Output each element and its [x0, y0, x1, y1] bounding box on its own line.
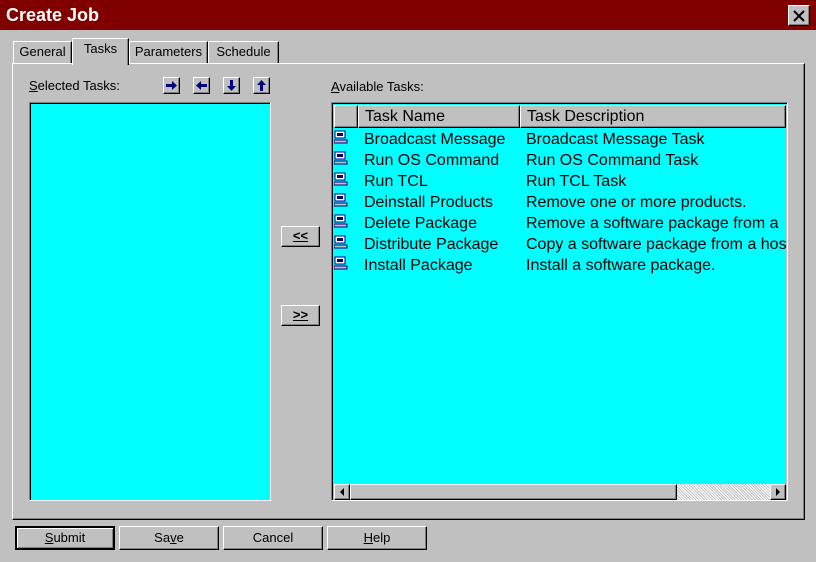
help-button-label: elp — [373, 530, 391, 545]
scrollbar-track[interactable] — [677, 484, 770, 500]
task-description: Broadcast Message Task — [526, 131, 705, 148]
selected-tasks-label: Selected Tasks: — [29, 78, 120, 94]
selected-tasks-list[interactable] — [29, 102, 271, 501]
tab-parameters-label: Parameters — [134, 44, 203, 59]
task-name: Deinstall Products — [364, 194, 493, 211]
task-rows: Broadcast Message Broadcast Message Task… — [334, 129, 786, 484]
move-down-button[interactable] — [223, 77, 240, 94]
table-row[interactable]: Run TCL Run TCL Task — [334, 171, 786, 192]
selected-tasks-label-text: elected Tasks: — [37, 78, 120, 93]
tab-tasks-label: Tasks — [83, 41, 118, 56]
table-row[interactable]: Install Package Install a software packa… — [334, 255, 786, 276]
title-bar: Create Job — [0, 0, 816, 30]
computer-icon — [334, 235, 348, 249]
table-row[interactable]: Distribute Package Copy a software packa… — [334, 234, 786, 255]
table-row[interactable]: Deinstall Products Remove one or more pr… — [334, 192, 786, 213]
computer-icon — [334, 256, 348, 270]
column-header-task-description-label: Task Description — [527, 108, 645, 125]
tab-tasks[interactable]: Tasks — [72, 38, 129, 65]
column-header-task-name-label: Task Name — [365, 108, 446, 125]
move-up-button[interactable] — [253, 77, 270, 94]
available-tasks-list[interactable]: Task Name Task Description Broadcast Mes… — [331, 102, 788, 501]
close-icon — [793, 9, 805, 22]
task-name: Run TCL — [364, 173, 428, 190]
scroll-right-button[interactable] — [770, 484, 786, 500]
column-header-icon[interactable] — [334, 105, 358, 128]
cancel-button[interactable]: Cancel — [223, 526, 323, 550]
save-button-label-pre: Sa — [154, 530, 171, 545]
scroll-left-button[interactable] — [334, 484, 350, 500]
column-header-task-name[interactable]: Task Name — [358, 105, 520, 128]
close-button[interactable] — [788, 5, 810, 26]
available-tasks-label-text: vailable Tasks: — [339, 79, 424, 94]
tab-general-label: General — [19, 44, 66, 59]
tab-parameters[interactable]: Parameters — [129, 41, 208, 63]
task-name: Distribute Package — [364, 236, 499, 253]
task-name: Delete Package — [364, 215, 477, 232]
save-button[interactable]: Save — [119, 526, 219, 550]
computer-icon — [334, 151, 348, 165]
computer-icon — [334, 130, 348, 144]
arrow-down-icon — [227, 80, 236, 91]
table-row[interactable]: Broadcast Message Broadcast Message Task — [334, 129, 786, 150]
move-right-button[interactable] — [163, 77, 180, 94]
task-description: Remove a software package from a — [526, 215, 779, 232]
task-description: Install a software package. — [526, 257, 716, 274]
list-header: Task Name Task Description — [334, 105, 786, 128]
triangle-left-icon — [340, 488, 344, 496]
scrollbar-thumb[interactable] — [350, 484, 677, 500]
task-description: Run TCL Task — [526, 173, 627, 190]
available-tasks-label: Available Tasks: — [331, 79, 424, 95]
arrow-left-icon — [196, 81, 207, 90]
tab-schedule[interactable]: Schedule — [208, 41, 279, 63]
computer-icon — [334, 214, 348, 228]
task-description: Copy a software package from a hos — [526, 236, 786, 253]
computer-icon — [334, 172, 348, 186]
tab-general[interactable]: General — [13, 41, 72, 63]
triangle-right-icon — [776, 488, 780, 496]
arrow-up-icon — [257, 80, 266, 91]
task-name: Run OS Command — [364, 152, 500, 169]
submit-button-label: ubmit — [53, 530, 86, 545]
task-description: Run OS Command Task — [526, 152, 699, 169]
arrow-right-icon — [166, 81, 177, 90]
submit-button[interactable]: Submit — [15, 526, 115, 550]
table-row[interactable]: Delete Package Remove a software package… — [334, 213, 786, 234]
move-left-button[interactable] — [193, 77, 210, 94]
window-title: Create Job — [6, 5, 100, 25]
save-button-label: e — [176, 530, 184, 545]
remove-task-button[interactable]: >> — [281, 305, 320, 326]
help-button-accel: H — [363, 530, 374, 545]
task-name: Install Package — [364, 257, 473, 274]
create-job-dialog: Create Job General Tasks Parameters Sche… — [0, 0, 816, 562]
help-button[interactable]: Help — [327, 526, 427, 550]
horizontal-scrollbar[interactable] — [334, 484, 786, 500]
computer-icon — [334, 193, 348, 207]
table-row[interactable]: Run OS Command Run OS Command Task — [334, 150, 786, 171]
task-name: Broadcast Message — [364, 131, 506, 148]
add-task-button-label: << — [292, 228, 309, 243]
add-task-button[interactable]: << — [281, 226, 320, 247]
tab-schedule-label: Schedule — [216, 44, 271, 59]
task-description: Remove one or more products. — [526, 194, 747, 211]
column-header-task-description[interactable]: Task Description — [520, 105, 786, 128]
remove-task-button-label: >> — [292, 307, 309, 322]
cancel-button-label: Cancel — [252, 530, 294, 545]
selected-tasks-label-accel: S — [29, 78, 38, 93]
